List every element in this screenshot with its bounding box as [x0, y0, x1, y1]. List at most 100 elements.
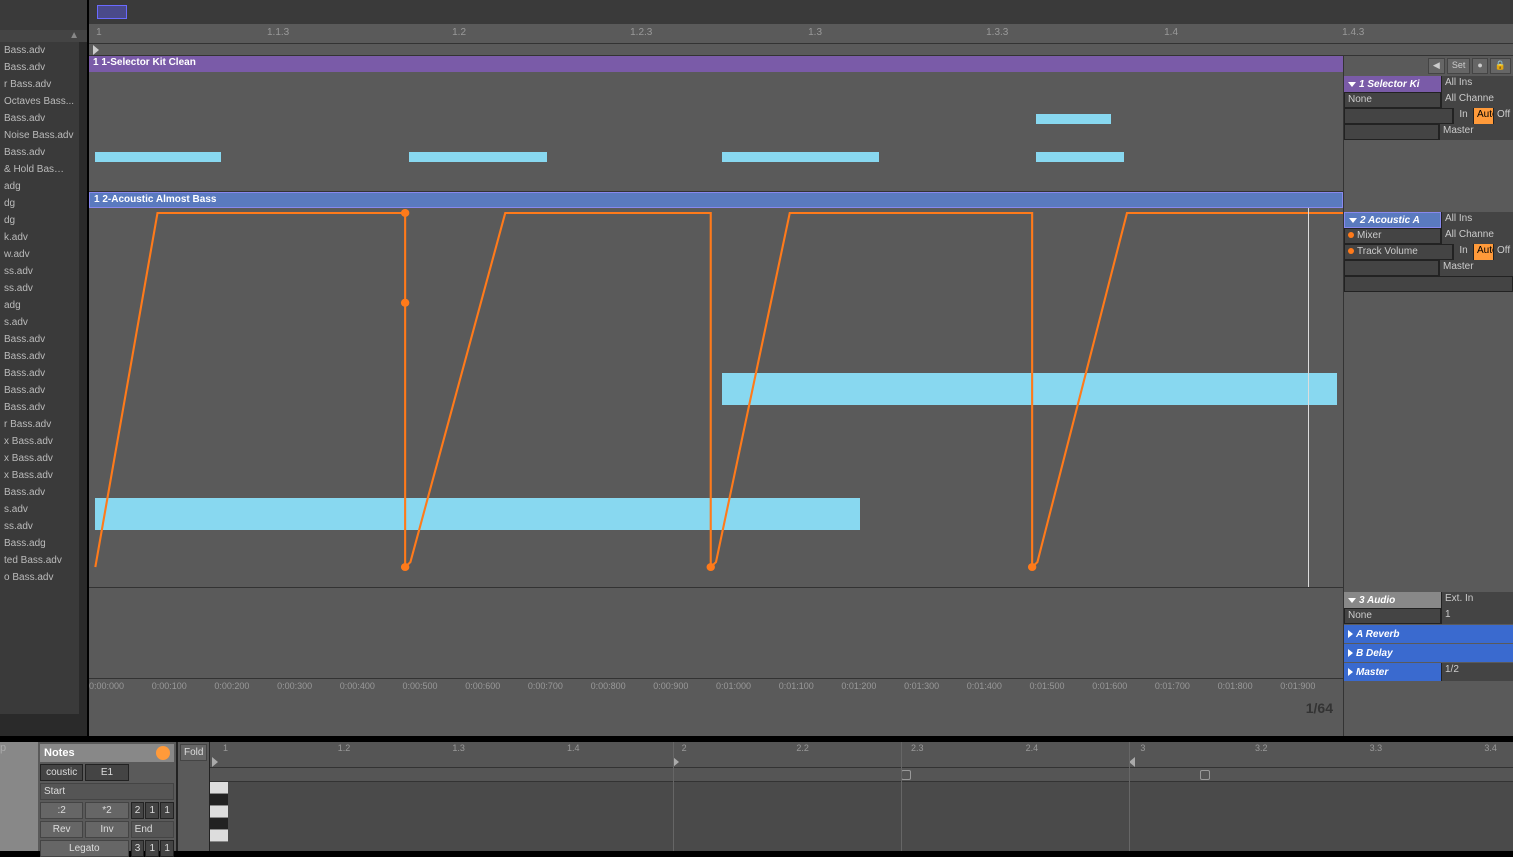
midi-marker[interactable]: [901, 770, 911, 780]
double-button[interactable]: *2: [85, 802, 128, 819]
browser-file-item[interactable]: adg: [0, 178, 79, 195]
track2-input-channel[interactable]: All Channe: [1441, 228, 1513, 244]
clip-header-track2[interactable]: 1 2-Acoustic Almost Bass: [89, 192, 1343, 208]
midi-marker-lane[interactable]: [210, 768, 1513, 782]
track2-monitor-off[interactable]: Off: [1493, 244, 1513, 260]
arrangement-overview[interactable]: [89, 0, 1513, 24]
browser-file-item[interactable]: & Hold Bas…: [0, 161, 79, 178]
track2-title[interactable]: 2 Acoustic A: [1344, 212, 1441, 228]
overview-loop-region[interactable]: [97, 5, 127, 19]
midi-note-editor[interactable]: 11.21.31.422.22.32.433.23.33.4: [210, 742, 1513, 851]
browser-file-item[interactable]: s.adv: [0, 501, 79, 518]
browser-file-item[interactable]: x Bass.adv: [0, 433, 79, 450]
browser-file-item[interactable]: x Bass.adv: [0, 450, 79, 467]
browser-search-footer[interactable]: [0, 714, 87, 736]
track2-monitor-auto[interactable]: Auto: [1473, 244, 1493, 260]
midi-ruler[interactable]: 11.21.31.422.22.32.433.23.33.4: [210, 742, 1513, 756]
start-bar[interactable]: 2: [131, 802, 145, 819]
reverse-button[interactable]: Rev: [40, 821, 83, 838]
midi-note[interactable]: [1036, 152, 1124, 162]
return-a-title[interactable]: A Reverb: [1344, 625, 1513, 643]
track1-monitor-auto[interactable]: Auto: [1473, 108, 1493, 124]
track1-title[interactable]: 1 Selector Ki: [1344, 76, 1441, 92]
browser-file-item[interactable]: Bass.adv: [0, 399, 79, 416]
back-button[interactable]: ◀: [1428, 58, 1445, 74]
chevron-down-icon[interactable]: [1348, 598, 1356, 603]
browser-file-item[interactable]: Octaves Bass...: [0, 93, 79, 110]
detail-left-tab[interactable]: p: [0, 742, 38, 851]
midi-note[interactable]: [1036, 114, 1111, 124]
chevron-down-icon[interactable]: [1348, 82, 1356, 87]
midi-note[interactable]: [95, 152, 220, 162]
browser-file-item[interactable]: k.adv: [0, 229, 79, 246]
midi-note[interactable]: [409, 152, 547, 162]
browser-file-item[interactable]: ss.adv: [0, 280, 79, 297]
fold-button[interactable]: Fold: [180, 744, 207, 761]
track1-routing[interactable]: None: [1344, 92, 1441, 108]
play-start-marker[interactable]: [93, 45, 99, 55]
browser-file-item[interactable]: Bass.adv: [0, 365, 79, 382]
browser-file-item[interactable]: ss.adv: [0, 263, 79, 280]
browser-scrollbar[interactable]: [79, 42, 87, 714]
end-bar[interactable]: 3: [131, 840, 145, 857]
midi-note[interactable]: [722, 152, 879, 162]
set-button[interactable]: Set: [1447, 58, 1471, 74]
browser-file-item[interactable]: adg: [0, 297, 79, 314]
browser-file-item[interactable]: ted Bass.adv: [0, 552, 79, 569]
instrument-name[interactable]: coustic: [40, 764, 83, 781]
forward-button[interactable]: ●: [1472, 58, 1487, 74]
track1-input-channel[interactable]: All Channe: [1441, 92, 1513, 108]
end-beat[interactable]: 1: [145, 840, 159, 857]
track3-input-type[interactable]: Ext. In: [1441, 592, 1513, 608]
browser-file-item[interactable]: Bass.adv: [0, 110, 79, 127]
master-title[interactable]: Master: [1344, 663, 1441, 681]
end-16th[interactable]: 1: [160, 840, 174, 857]
beat-ruler[interactable]: 11.1.31.21.2.31.31.3.31.41.4.3: [89, 24, 1513, 44]
track3-input-channel[interactable]: 1: [1441, 608, 1513, 624]
browser-file-item[interactable]: r Bass.adv: [0, 76, 79, 93]
browser-file-item[interactable]: dg: [0, 212, 79, 229]
track3-title[interactable]: 3 Audio: [1344, 592, 1441, 608]
track1-empty-slot[interactable]: [1344, 108, 1453, 124]
browser-file-item[interactable]: r Bass.adv: [0, 416, 79, 433]
track1-output[interactable]: Master: [1439, 124, 1513, 140]
midi-play-lane[interactable]: [210, 756, 1513, 768]
midi-note[interactable]: [95, 498, 409, 530]
start-beat[interactable]: 1: [145, 802, 159, 819]
browser-file-item[interactable]: Bass.adv: [0, 331, 79, 348]
notes-record-icon[interactable]: [156, 746, 170, 760]
legato-button[interactable]: Legato: [40, 840, 129, 857]
chevron-down-icon[interactable]: [1349, 218, 1357, 223]
browser-file-item[interactable]: Bass.adv: [0, 59, 79, 76]
browser-file-item[interactable]: Bass.adv: [0, 42, 79, 59]
track2-lane[interactable]: [89, 208, 1343, 588]
midi-play-marker[interactable]: [212, 757, 218, 767]
track3-routing[interactable]: None: [1344, 608, 1441, 624]
ruler-play-lane[interactable]: [89, 44, 1513, 56]
track1-input-type[interactable]: All Ins: [1441, 76, 1513, 92]
midi-marker[interactable]: [1200, 770, 1210, 780]
start-16th[interactable]: 1: [160, 802, 174, 819]
tracks-lane[interactable]: 1 1-Selector Kit Clean 1 2-Acoustic Almo…: [89, 56, 1343, 736]
invert-button[interactable]: Inv: [85, 821, 128, 838]
track1-lane[interactable]: [89, 72, 1343, 192]
extra-lanes[interactable]: 1/64: [89, 588, 1343, 678]
browser-file-item[interactable]: Bass.adv: [0, 382, 79, 399]
track2-monitor-in[interactable]: In: [1453, 244, 1473, 260]
return-b-title[interactable]: B Delay: [1344, 644, 1513, 662]
browser-file-item[interactable]: o Bass.adv: [0, 569, 79, 586]
browser-file-item[interactable]: s.adv: [0, 314, 79, 331]
browser-collapse-toggle[interactable]: ▲: [0, 30, 87, 42]
browser-file-item[interactable]: w.adv: [0, 246, 79, 263]
clip-header-track1[interactable]: 1 1-Selector Kit Clean: [89, 56, 1343, 72]
browser-file-item[interactable]: Bass.adv: [0, 348, 79, 365]
track2-input-type[interactable]: All Ins: [1441, 212, 1513, 228]
master-output[interactable]: 1/2: [1441, 663, 1513, 681]
midi-note[interactable]: [409, 498, 860, 530]
browser-file-item[interactable]: Bass.adv: [0, 484, 79, 501]
track1-monitor-in[interactable]: In: [1453, 108, 1473, 124]
track2-output[interactable]: Master: [1439, 260, 1513, 276]
time-ruler[interactable]: 0:00:0000:00:1000:00:2000:00:3000:00:400…: [89, 678, 1343, 694]
browser-file-item[interactable]: Noise Bass.adv: [0, 127, 79, 144]
browser-file-item[interactable]: Bass.adv: [0, 144, 79, 161]
